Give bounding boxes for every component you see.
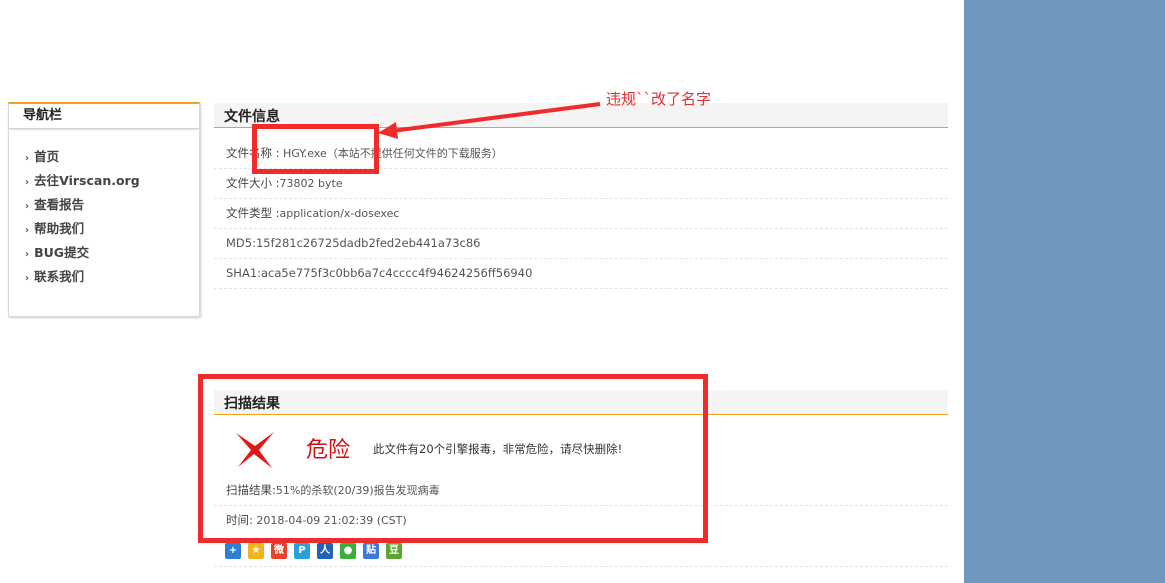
annotation-text: 违规``改了名字 <box>606 90 712 108</box>
annotation-arrow-icon <box>378 102 601 139</box>
